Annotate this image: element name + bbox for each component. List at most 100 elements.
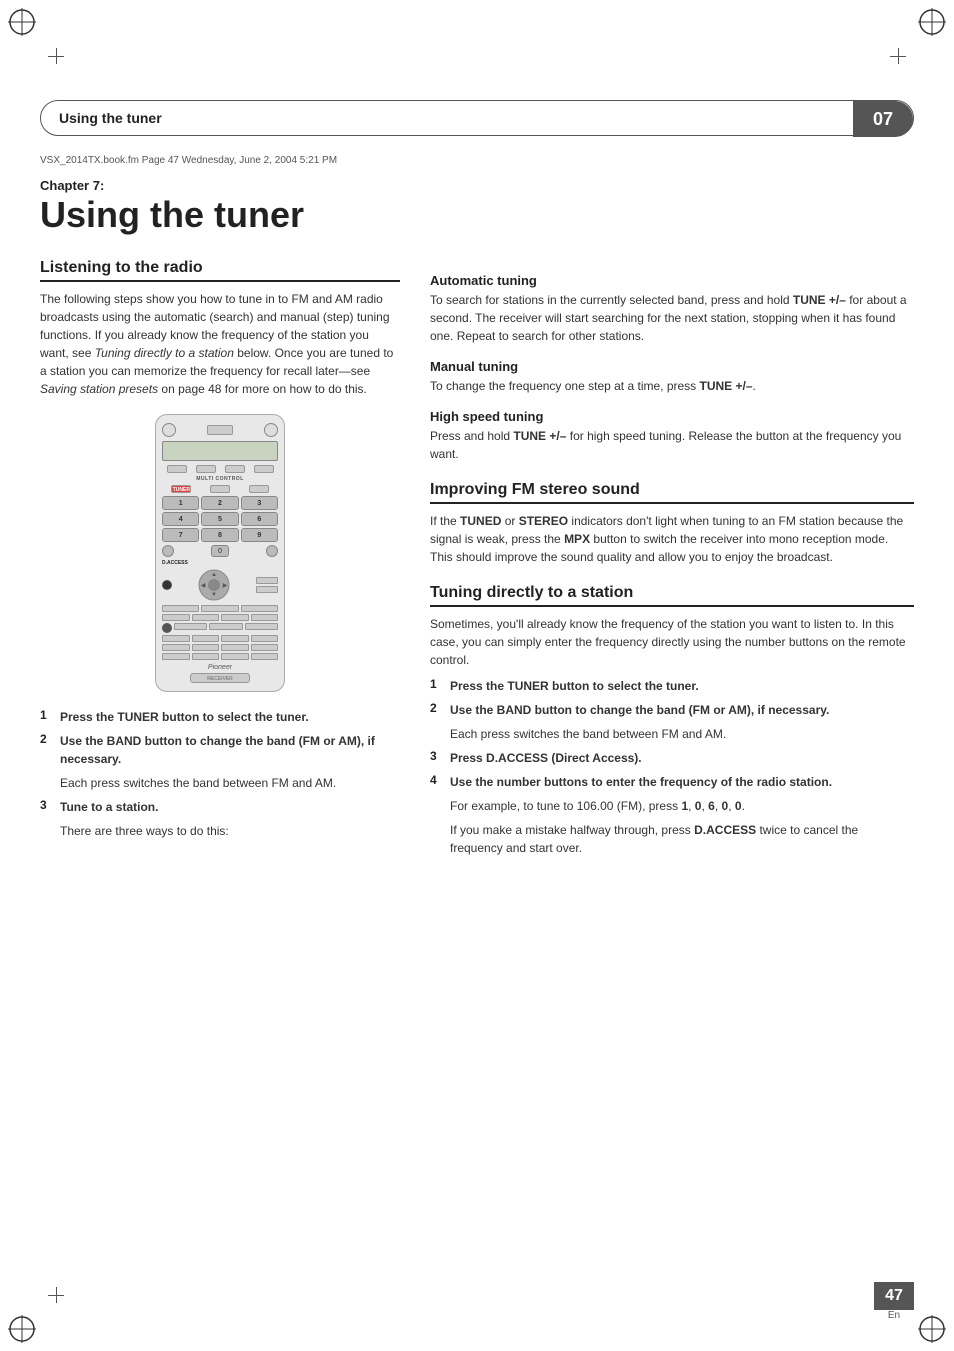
remote-extra-row3 xyxy=(162,635,278,642)
remote-btn-3 xyxy=(225,465,245,473)
left-step-1: 1 Press the TUNER button to select the t… xyxy=(40,708,400,726)
manual-tuning-text: To change the frequency one step at a ti… xyxy=(430,377,914,395)
auto-tuning-text: To search for stations in the currently … xyxy=(430,291,914,345)
tuning-direct-heading: Tuning directly to a station xyxy=(430,584,914,607)
remote-btn-1 xyxy=(167,465,187,473)
remote-h2 xyxy=(192,635,220,642)
remote-i3 xyxy=(221,644,249,651)
remote-i1 xyxy=(162,644,190,651)
improving-fm-text: If the TUNED or STEREO indicators don't … xyxy=(430,512,914,566)
left-step-3: 3 Tune to a station. xyxy=(40,798,400,816)
right-step-4-sub2: If you make a mistake halfway through, p… xyxy=(450,821,914,857)
corner-mark-br xyxy=(918,1315,946,1343)
two-column-layout: Listening to the radio The following ste… xyxy=(40,259,914,863)
corner-mark-tr xyxy=(918,8,946,36)
header-bar: Using the tuner 07 xyxy=(40,100,914,136)
remote-e2 xyxy=(201,605,238,612)
remote-num-6: 6 xyxy=(241,512,278,526)
left-step-2: 2 Use the BAND button to change the band… xyxy=(40,732,400,768)
right-step-4-text: Use the number buttons to enter the freq… xyxy=(450,773,832,791)
crosshair-bl xyxy=(48,1287,64,1303)
high-speed-tuning-text: Press and hold TUNE +/– for high speed t… xyxy=(430,427,914,463)
file-info: VSX_2014TX.book.fm Page 47 Wednesday, Ju… xyxy=(40,155,914,166)
remote-display xyxy=(162,441,278,461)
page-number: 47 xyxy=(874,1282,914,1310)
remote-small-btns-row xyxy=(162,465,278,473)
right-step-4-num: 4 xyxy=(430,773,444,791)
svg-text:▼: ▼ xyxy=(211,592,217,598)
remote-num-1: 1 xyxy=(162,496,199,510)
remote-h3 xyxy=(221,635,249,642)
remote-i2 xyxy=(192,644,220,651)
remote-j2 xyxy=(192,653,220,660)
crosshair-tr xyxy=(890,48,906,64)
remote-image-container: MULTI CONTROL TUNER 1 2 3 4 5 6 xyxy=(40,414,400,692)
remote-btn-7 xyxy=(249,485,269,493)
remote-mpx-dot xyxy=(162,623,172,633)
chapter-badge: 07 xyxy=(853,101,913,137)
remote-g1 xyxy=(174,623,207,630)
remote-small-btns-row2: TUNER xyxy=(162,485,278,493)
remote-j3 xyxy=(221,653,249,660)
remote-side-btn2 xyxy=(256,586,278,593)
remote-btn-6 xyxy=(210,485,230,493)
page-lang: En xyxy=(888,1310,900,1321)
remote-extra-rows xyxy=(162,605,278,612)
remote-f4 xyxy=(251,614,279,621)
remote-side-btn1 xyxy=(256,577,278,584)
remote-extra-row2 xyxy=(162,614,278,621)
remote-circle-right xyxy=(266,545,278,557)
remote-f3 xyxy=(221,614,249,621)
remote-extra-row4 xyxy=(162,644,278,651)
page-footer: 47 En xyxy=(874,1282,914,1321)
remote-h4 xyxy=(251,635,279,642)
remote-num-9: 9 xyxy=(241,528,278,542)
section-heading-listening: Listening to the radio xyxy=(40,259,400,282)
remote-g2 xyxy=(209,623,242,630)
right-step-2: 2 Use the BAND button to change the band… xyxy=(430,701,914,719)
remote-nav-area: ▲ ▼ ◀ ▶ xyxy=(197,568,231,602)
remote-num-7: 7 xyxy=(162,528,199,542)
remote-top-right-icon xyxy=(264,423,278,437)
remote-num-5: 5 xyxy=(201,512,238,526)
right-step-1-num: 1 xyxy=(430,677,444,695)
main-content: VSX_2014TX.book.fm Page 47 Wednesday, Ju… xyxy=(40,155,914,863)
remote-f1 xyxy=(162,614,190,621)
remote-num-0: 0 xyxy=(211,545,229,557)
left-step-1-text: Press the TUNER button to select the tun… xyxy=(60,708,309,726)
chapter-label: Chapter 7: xyxy=(40,178,914,193)
right-step-2-num: 2 xyxy=(430,701,444,719)
left-column: Listening to the radio The following ste… xyxy=(40,259,400,863)
manual-tuning-heading: Manual tuning xyxy=(430,359,914,374)
svg-text:◀: ◀ xyxy=(201,583,206,589)
remote-num-4: 4 xyxy=(162,512,199,526)
remote-e3 xyxy=(241,605,278,612)
remote-multi-control-label: MULTI CONTROL xyxy=(162,476,278,482)
remote-num-2: 2 xyxy=(201,496,238,510)
right-step-3-text: Press D.ACCESS (Direct Access). xyxy=(450,749,642,767)
left-step-1-num: 1 xyxy=(40,708,54,726)
remote-top-left-icon xyxy=(162,423,176,437)
remote-num-8: 8 xyxy=(201,528,238,542)
left-step-3-sub: There are three ways to do this: xyxy=(60,822,400,840)
right-column: Automatic tuning To search for stations … xyxy=(430,259,914,863)
remote-zero-row: 0 xyxy=(162,545,278,557)
remote-i4 xyxy=(251,644,279,651)
svg-text:▲: ▲ xyxy=(211,572,217,578)
crosshair-tl xyxy=(48,48,64,64)
remote-control-image: MULTI CONTROL TUNER 1 2 3 4 5 6 xyxy=(155,414,285,692)
left-step-2-text: Use the BAND button to change the band (… xyxy=(60,732,400,768)
remote-extra-row5 xyxy=(162,653,278,660)
high-speed-tuning-heading: High speed tuning xyxy=(430,409,914,424)
remote-side-btns xyxy=(256,577,278,593)
header-title: Using the tuner xyxy=(59,110,162,126)
right-step-1: 1 Press the TUNER button to select the t… xyxy=(430,677,914,695)
corner-mark-bl xyxy=(8,1315,36,1343)
left-step-3-num: 3 xyxy=(40,798,54,816)
left-step-2-num: 2 xyxy=(40,732,54,768)
right-step-3-num: 3 xyxy=(430,749,444,767)
intro-paragraph: The following steps show you how to tune… xyxy=(40,290,400,398)
remote-g3 xyxy=(245,623,278,630)
remote-num-3: 3 xyxy=(241,496,278,510)
right-step-4-sub1: For example, to tune to 106.00 (FM), pre… xyxy=(450,797,914,815)
